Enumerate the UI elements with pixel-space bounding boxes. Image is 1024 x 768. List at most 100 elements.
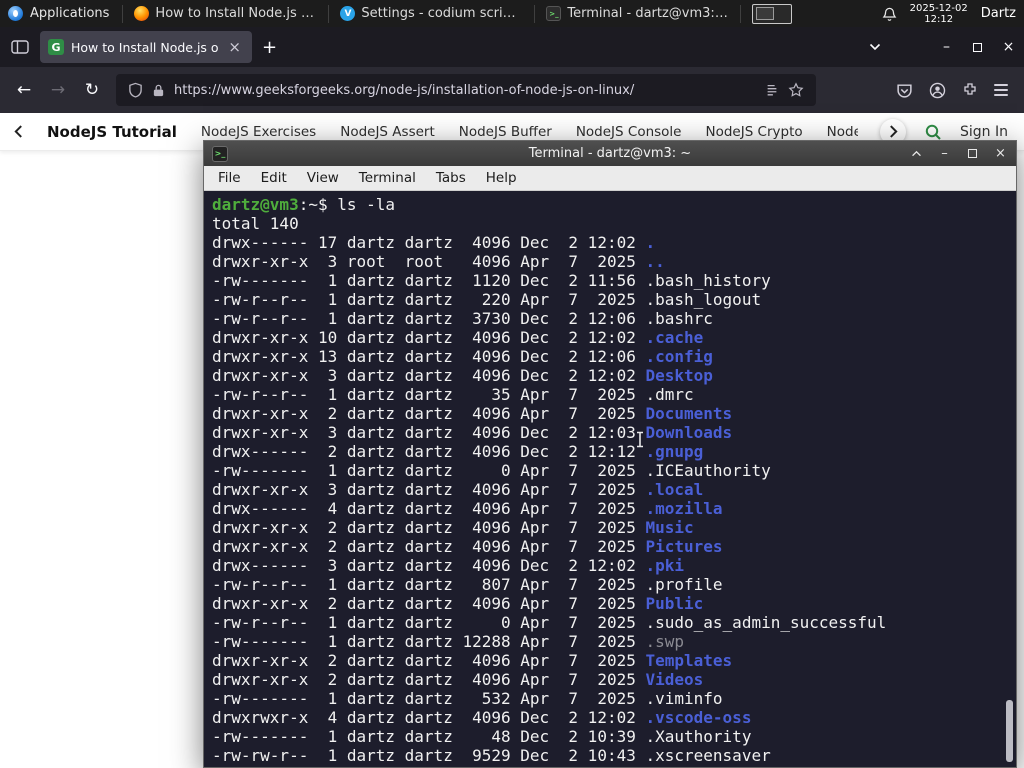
file-name: .profile <box>645 575 723 594</box>
terminal-file-row: -rw------- 1 dartz dartz 0 Apr 7 2025 .I… <box>212 461 1016 480</box>
file-name: .config <box>645 347 713 366</box>
terminal-close-button[interactable]: × <box>993 146 1008 161</box>
file-meta: drwxr-xr-x 3 dartz dartz 4096 Apr 7 2025 <box>212 480 646 499</box>
clock-date: 2025-12-02 <box>909 2 968 14</box>
firefox-view-icon[interactable] <box>6 33 34 61</box>
file-meta: -rw-r--r-- 1 dartz dartz 220 Apr 7 2025 <box>212 290 646 309</box>
file-name: Desktop <box>645 366 713 385</box>
workspace-window-thumbnail <box>756 7 775 20</box>
taskbar-button-label: How to Install Node.js o... <box>155 6 318 21</box>
file-name: .bashrc <box>645 309 713 328</box>
taskbar-button-codium[interactable]: V Settings - codium script... <box>330 0 533 27</box>
file-meta: -rw-rw-r-- 1 dartz dartz 9529 Dec 2 10:4… <box>212 746 646 765</box>
terminal-file-row: drwx------ 2 dartz dartz 4096 Dec 2 12:1… <box>212 442 1016 461</box>
terminal-file-row: drwxr-xr-x 10 dartz dartz 4096 Dec 2 12:… <box>212 328 1016 347</box>
file-name: .swp <box>645 632 685 651</box>
taskbar-button-label: Terminal - dartz@vm3: ~ <box>567 6 730 21</box>
workspace-switcher[interactable] <box>752 3 793 24</box>
terminal-maximize-button[interactable] <box>965 146 980 161</box>
bookmark-star-icon[interactable] <box>788 82 804 98</box>
prompt-user-host: dartz@vm3 <box>212 195 299 214</box>
panel-user-name[interactable]: Dartz <box>981 6 1016 21</box>
file-name: .sudo_as_admin_successful <box>645 613 887 632</box>
browser-minimize-button[interactable]: – <box>931 33 962 61</box>
file-name: .dmrc <box>645 385 694 404</box>
extensions-puzzle-icon[interactable] <box>962 82 978 98</box>
file-meta: drwxr-xr-x 2 dartz dartz 4096 Apr 7 2025 <box>212 670 646 689</box>
lock-icon[interactable] <box>152 83 165 98</box>
back-button[interactable]: ← <box>8 74 40 106</box>
terminal-file-row: drwx------ 3 dartz dartz 4096 Dec 2 12:0… <box>212 556 1016 575</box>
terminal-file-row: drwx------ 17 dartz dartz 4096 Dec 2 12:… <box>212 233 1016 252</box>
file-name: .pki <box>645 556 685 575</box>
site-nav-link[interactable]: NodeJS Console <box>576 124 682 140</box>
panel-clock[interactable]: 2025-12-02 12:12 <box>910 3 968 25</box>
file-meta: drwx------ 17 dartz dartz 4096 Dec 2 12:… <box>212 233 646 252</box>
file-name: .xscreensaver <box>645 746 771 765</box>
terminal-scrollbar-thumb[interactable] <box>1006 700 1013 762</box>
terminal-menu-view[interactable]: View <box>297 170 349 186</box>
list-all-tabs-chevron-icon[interactable] <box>863 37 887 57</box>
terminal-file-row: -rw-r--r-- 1 dartz dartz 35 Apr 7 2025 .… <box>212 385 1016 404</box>
forward-button[interactable]: → <box>42 74 74 106</box>
terminal-menu-terminal[interactable]: Terminal <box>349 170 426 186</box>
menu-hamburger-icon[interactable] <box>994 81 1008 99</box>
pocket-icon[interactable] <box>896 82 913 99</box>
file-name: .mozilla <box>645 499 723 518</box>
panel-separator <box>328 4 330 23</box>
file-meta: -rw------- 1 dartz dartz 0 Apr 7 2025 <box>212 461 646 480</box>
taskbar-button-terminal[interactable]: >_ Terminal - dartz@vm3: ~ <box>536 0 739 27</box>
applications-label: Applications <box>30 6 110 21</box>
terminal-title-bar[interactable]: >_ Terminal - dartz@vm3: ~ – × <box>204 141 1016 166</box>
terminal-file-row: -rw-r--r-- 1 dartz dartz 0 Apr 7 2025 .s… <box>212 613 1016 632</box>
tab-bar: G How to Install Node.js on... × + – × <box>0 27 1024 67</box>
taskbar-button-firefox[interactable]: How to Install Node.js o... <box>124 0 327 27</box>
file-name: Pictures <box>645 537 723 556</box>
url-bar[interactable]: https://www.geeksforgeeks.org/node-js/in… <box>116 74 816 106</box>
site-nav-active-item[interactable]: NodeJS Tutorial <box>47 123 177 141</box>
file-meta: -rw-r--r-- 1 dartz dartz 807 Apr 7 2025 <box>212 575 646 594</box>
file-meta: drwxr-xr-x 2 dartz dartz 4096 Apr 7 2025 <box>212 651 646 670</box>
tracking-shield-icon[interactable] <box>128 82 143 98</box>
terminal-file-row: drwxr-xr-x 2 dartz dartz 4096 Apr 7 2025… <box>212 651 1016 670</box>
notification-bell-icon[interactable] <box>882 6 897 22</box>
site-nav-link[interactable]: NodeJS Exercises <box>201 124 316 140</box>
terminal-file-row: drwxr-xr-x 2 dartz dartz 4096 Apr 7 2025… <box>212 670 1016 689</box>
prompt-suffix: :~$ <box>298 195 338 214</box>
terminal-file-row: drwxr-xr-x 13 dartz dartz 4096 Dec 2 12:… <box>212 347 1016 366</box>
terminal-body[interactable]: dartz@vm3:~$ ls -la total 140 drwx------ 1… <box>204 191 1016 767</box>
terminal-menu-tabs[interactable]: Tabs <box>426 170 476 186</box>
terminal-output: dartz@vm3:~$ ls -la total 140 drwx------ 1… <box>212 195 1016 765</box>
site-nav-link[interactable]: NodeJS Crypto <box>705 124 802 140</box>
terminal-menu-help[interactable]: Help <box>476 170 527 186</box>
new-tab-button[interactable]: + <box>252 35 287 60</box>
file-name: Downloads <box>645 423 733 442</box>
terminal-file-row: -rw------- 1 dartz dartz 48 Dec 2 10:39 … <box>212 727 1016 746</box>
browser-restore-button[interactable] <box>962 33 993 61</box>
account-icon[interactable] <box>929 82 946 99</box>
browser-close-button[interactable]: × <box>993 33 1024 61</box>
file-meta: drwxr-xr-x 2 dartz dartz 4096 Apr 7 2025 <box>212 594 646 613</box>
terminal-file-row: drwxr-xr-x 3 dartz dartz 4096 Apr 7 2025… <box>212 480 1016 499</box>
site-search-icon[interactable] <box>924 123 942 141</box>
terminal-file-row: drwxr-xr-x 3 dartz dartz 4096 Dec 2 12:0… <box>212 423 1016 442</box>
tab-close-icon[interactable]: × <box>225 39 244 56</box>
browser-tab[interactable]: G How to Install Node.js on... × <box>40 31 252 63</box>
tab-title: How to Install Node.js on... <box>71 39 219 55</box>
site-nav-link[interactable]: NodeJS Buffer <box>459 124 552 140</box>
applications-icon <box>8 6 23 21</box>
nav-scroll-left-chevron-icon[interactable] <box>14 125 23 138</box>
applications-menu-button[interactable]: Applications <box>0 0 121 27</box>
site-nav-link[interactable]: NodeJS Assert <box>340 124 435 140</box>
sign-in-button[interactable]: Sign In <box>960 124 1008 140</box>
file-meta: drwxr-xr-x 3 dartz dartz 4096 Dec 2 12:0… <box>212 366 646 385</box>
terminal-menu-edit[interactable]: Edit <box>251 170 297 186</box>
terminal-menu-file[interactable]: File <box>208 170 251 186</box>
file-meta: -rw------- 1 dartz dartz 12288 Apr 7 202… <box>212 632 646 651</box>
terminal-shade-button[interactable] <box>909 146 924 161</box>
file-name: .bash_logout <box>645 290 762 309</box>
reload-button[interactable]: ↻ <box>76 74 108 106</box>
maximize-icon <box>968 149 977 158</box>
terminal-minimize-button[interactable]: – <box>937 146 952 161</box>
reader-mode-icon[interactable] <box>765 83 779 97</box>
